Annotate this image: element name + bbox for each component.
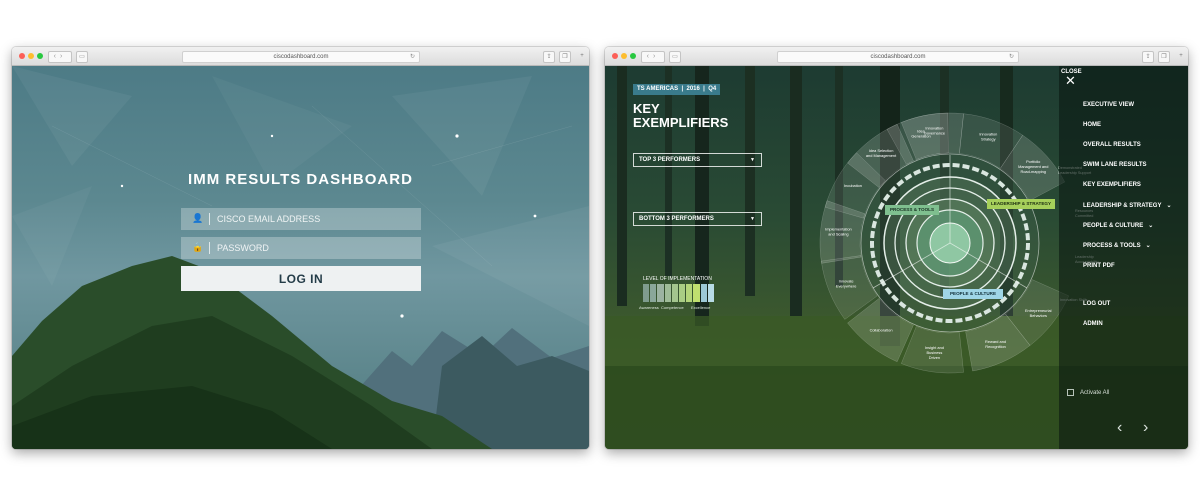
chevron-down-icon: ⌄: [1145, 243, 1151, 249]
menu-item-key-exemplifiers[interactable]: KEY EXEMPLIFIERS: [1083, 182, 1141, 188]
menu-item-people-culture-label: PEOPLE & CULTURE: [1083, 223, 1144, 229]
email-field[interactable]: 👤: [181, 208, 421, 230]
menu-item-overall-results[interactable]: OVERALL RESULTS: [1083, 142, 1141, 148]
menu-item-log-out[interactable]: LOG OUT: [1083, 301, 1110, 307]
checkbox-square[interactable]: [1067, 389, 1074, 396]
tabs-overview-icon[interactable]: ❐: [1158, 51, 1170, 63]
pillar-tag-people-culture[interactable]: PEOPLE & CULTURE: [943, 289, 1003, 299]
wheel-segment-label: Idea Selection and Management: [866, 148, 897, 158]
address-bar[interactable]: ciscodashboard.com ↻: [777, 51, 1019, 63]
login-title: IMM RESULTS DASHBOARD: [188, 171, 413, 188]
pillar-tag-process-tools[interactable]: PROCESS & TOOLS: [885, 205, 939, 215]
new-tab-icon[interactable]: +: [577, 51, 587, 61]
minimize-window-button[interactable]: [28, 53, 34, 59]
sidebar-toggle-icon[interactable]: ▭: [669, 51, 681, 63]
wheel-segment-label: Implementation and Scaling: [825, 227, 852, 237]
lock-icon: 🔒: [192, 242, 204, 252]
tabs-overview-icon[interactable]: ❐: [559, 51, 571, 63]
minimize-window-button[interactable]: [621, 53, 627, 59]
close-window-button[interactable]: [19, 53, 25, 59]
back-forward-buttons[interactable]: ‹›: [641, 51, 665, 63]
menu-item-leadership-strategy[interactable]: LEADERSHIP & STRATEGY ⌄: [1083, 202, 1172, 209]
browser-toolbar: ‹› ▭ ciscodashboard.com ↻ ⇪ ❐ +: [12, 47, 589, 66]
email-input[interactable]: [217, 208, 407, 230]
chevron-down-icon: ⌄: [1148, 223, 1154, 229]
next-arrow-icon[interactable]: ›: [1143, 419, 1148, 437]
wheel-segment-label: Reward and Recognition: [985, 339, 1006, 349]
address-bar-url: ciscodashboard.com: [870, 54, 926, 60]
share-icon[interactable]: ⇪: [543, 51, 555, 63]
wheel-segment-label: Innovation Strategy: [979, 131, 997, 141]
previous-arrow-icon[interactable]: ‹: [1117, 419, 1122, 437]
close-icon[interactable]: ✕: [1065, 74, 1076, 87]
pillar-tag-leadership-strategy[interactable]: LEADERSHIP & STRATEGY: [987, 199, 1055, 209]
sidebar-toggle-icon[interactable]: ▭: [76, 51, 88, 63]
field-divider: [209, 242, 210, 254]
menu-item-executive-view[interactable]: EXECUTIVE VIEW: [1083, 102, 1134, 108]
activate-all-checkbox[interactable]: Activate All: [1067, 389, 1109, 396]
password-field[interactable]: 🔒: [181, 237, 421, 259]
login-button[interactable]: LOG IN: [181, 266, 421, 291]
menu-item-print-pdf[interactable]: PRINT PDF: [1083, 263, 1115, 269]
reload-icon[interactable]: ↻: [1009, 52, 1014, 62]
wheel-segment-label: Incubation: [844, 183, 862, 188]
password-input[interactable]: [217, 237, 407, 259]
back-forward-buttons[interactable]: ‹›: [48, 51, 72, 63]
activate-all-label: Activate All: [1080, 390, 1110, 397]
share-icon[interactable]: ⇪: [1142, 51, 1154, 63]
zoom-window-button[interactable]: [630, 53, 636, 59]
login-browser-window: ‹› ▭ ciscodashboard.com ↻ ⇪ ❐ + IMM RESU…: [12, 47, 589, 449]
menu-item-people-culture[interactable]: PEOPLE & CULTURE ⌄: [1083, 222, 1153, 229]
dashboard-browser-window: ‹› ▭ ciscodashboard.com ↻ ⇪ ❐ + TS AMERI…: [605, 47, 1188, 449]
menu-item-process-tools-label: PROCESS & TOOLS: [1083, 243, 1141, 249]
wheel-segment-label: Collaboration: [870, 327, 893, 332]
user-icon: 👤: [192, 213, 204, 223]
chevron-down-icon: ⌄: [1166, 203, 1172, 209]
address-bar-url: ciscodashboard.com: [273, 54, 329, 60]
close-window-button[interactable]: [612, 53, 618, 59]
dashboard-page: TS AMERICAS | 2016 | Q4 KEY EXEMPLIFIERS…: [605, 66, 1188, 449]
menu-item-process-tools[interactable]: PROCESS & TOOLS ⌄: [1083, 242, 1151, 249]
login-page: IMM RESULTS DASHBOARD 👤 🔒 LOG IN: [12, 66, 589, 449]
menu-item-admin[interactable]: ADMIN: [1083, 321, 1103, 327]
zoom-window-button[interactable]: [37, 53, 43, 59]
reload-icon[interactable]: ↻: [410, 52, 415, 62]
menu-item-leadership-strategy-label: LEADERSHIP & STRATEGY: [1083, 203, 1162, 209]
menu-item-home[interactable]: HOME: [1083, 122, 1101, 128]
browser-toolbar: ‹› ▭ ciscodashboard.com ↻ ⇪ ❐ +: [605, 47, 1188, 66]
menu-item-swim-lane-results[interactable]: SWIM LANE RESULTS: [1083, 162, 1147, 168]
close-menu-button[interactable]: CLOSE ✕: [1061, 69, 1082, 87]
field-divider: [209, 213, 210, 225]
address-bar[interactable]: ciscodashboard.com ↻: [182, 51, 420, 63]
wheel-segment-label: Innovate Everywhere: [836, 278, 857, 288]
new-tab-icon[interactable]: +: [1176, 51, 1186, 61]
